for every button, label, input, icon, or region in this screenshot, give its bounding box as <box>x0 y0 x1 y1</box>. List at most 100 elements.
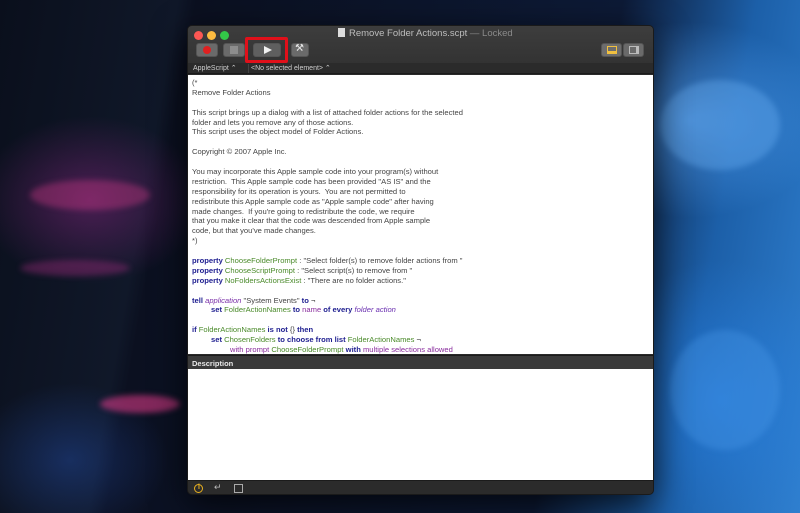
stop-button[interactable] <box>223 43 245 57</box>
keyword: then <box>297 325 314 335</box>
bg-glow <box>30 180 150 210</box>
keyword: property <box>192 256 225 266</box>
comment-line: folder and lets you remove any of those … <box>192 117 354 127</box>
code-line: with prompt ChooseFolderPrompt with mult… <box>192 345 653 354</box>
code-text: ¬ <box>414 335 421 345</box>
keyword: to <box>301 295 309 305</box>
code-text: : "Select script(s) to remove from " <box>294 265 413 275</box>
document-icon <box>338 28 345 37</box>
keyword: with <box>343 345 363 354</box>
keyword: if <box>192 325 199 335</box>
property-name: multiple selections allowed <box>362 345 453 354</box>
code-line: set FolderActionNames to name of every f… <box>192 305 653 315</box>
comment-line: redistribute this Apple sample code as "… <box>192 196 434 206</box>
bg-glow <box>20 260 130 276</box>
locked-status: — Locked <box>469 28 513 39</box>
code-text: : "Select folder(s) to remove folder act… <box>297 256 463 266</box>
code-line: property ChooseScriptPrompt : "Select sc… <box>192 266 653 276</box>
code-text: "System Events" <box>241 295 302 305</box>
navigation-bar: AppleScript ⌃ <No selected element> ⌃ <box>188 63 653 74</box>
bg-glow <box>660 80 780 170</box>
keyword: is not <box>265 325 290 335</box>
keyword: set <box>211 335 225 345</box>
class-name: folder action <box>354 305 396 315</box>
code-line: if FolderActionNames is not {} then <box>192 325 653 335</box>
comment-line <box>192 157 653 167</box>
comment-line: code, but that you've made changes. <box>192 226 316 236</box>
navbar-divider <box>248 64 249 73</box>
comment-line: responsibility for its operation is your… <box>192 186 406 196</box>
bg-glow <box>100 395 180 413</box>
comment-line: *) <box>192 236 198 246</box>
title-bar: Remove Folder Actions.scpt — Locked ⚒ <box>188 26 653 63</box>
variable: FolderActionNames <box>224 305 291 315</box>
comment-block: (* Remove Folder Actions This script bring… <box>192 78 653 256</box>
code-line: property NoFoldersActionsExist : "There … <box>192 276 653 286</box>
variable: NoFoldersActionsExist <box>224 275 302 285</box>
keyword: property <box>192 275 225 285</box>
log-list-icon[interactable] <box>234 484 243 493</box>
comment-line <box>192 98 653 108</box>
script-editor-window: Remove Folder Actions.scpt — Locked ⚒ Ap… <box>187 25 654 495</box>
variable: ChosenFolders <box>224 335 276 345</box>
status-bar: i ↵ <box>188 480 653 494</box>
code-text: : "There are no folder actions." <box>301 275 406 285</box>
minimize-button[interactable] <box>207 31 216 40</box>
keyword: to <box>290 305 303 315</box>
comment-line: You may incorporate this Apple sample co… <box>192 167 439 177</box>
code-line: tell application "System Events" to ¬ <box>192 296 653 306</box>
compile-button[interactable]: ⚒ <box>291 43 309 57</box>
comment-line: This script uses the object model of Fol… <box>192 127 364 137</box>
comment-line: restriction. This Apple sample code has … <box>192 176 431 186</box>
variable: FolderActionNames <box>198 325 266 335</box>
keyword: property <box>192 265 225 275</box>
window-title-text: Remove Folder Actions.scpt <box>349 28 468 39</box>
comment-line: that you make it clear that the code was… <box>192 216 431 226</box>
description-header: Description <box>188 355 653 369</box>
comment-line: Remove Folder Actions <box>192 87 271 97</box>
show-bottom-pane-button[interactable] <box>601 43 622 57</box>
record-icon <box>203 46 211 54</box>
stop-icon <box>230 46 238 54</box>
keyword: tell <box>192 295 206 305</box>
variable: FolderActionNames <box>345 335 415 345</box>
keyword: to <box>275 335 287 345</box>
close-button[interactable] <box>194 31 203 40</box>
keyword: set <box>211 305 225 315</box>
comment-line: made changes. If you're going to redistr… <box>192 206 415 216</box>
element-popup[interactable]: <No selected element> ⌃ <box>251 64 331 72</box>
language-popup[interactable]: AppleScript ⌃ <box>193 64 237 72</box>
comment-line: Copyright © 2007 Apple Inc. <box>192 147 287 157</box>
info-button[interactable]: i <box>194 484 203 493</box>
run-button-highlight <box>245 37 288 63</box>
comment-line: (* <box>192 78 198 87</box>
keyword: choose from list <box>286 335 346 345</box>
variable: ChooseFolderPrompt <box>224 256 298 266</box>
script-editor-text[interactable]: (* Remove Folder Actions This script bring… <box>188 75 653 354</box>
record-button[interactable] <box>196 43 218 57</box>
description-label: Description <box>192 359 234 368</box>
window-title: Remove Folder Actions.scpt — Locked <box>338 28 513 39</box>
comment-line: This script brings up a dialog with a li… <box>192 107 463 117</box>
class-name: application <box>205 295 242 305</box>
side-pane-icon <box>629 46 639 54</box>
code-line: property ChooseFolderPrompt : "Select fo… <box>192 256 653 266</box>
return-icon[interactable]: ↵ <box>214 482 222 493</box>
show-side-pane-button[interactable] <box>623 43 644 57</box>
code-text: ¬ <box>308 295 316 305</box>
info-icon: i <box>198 484 200 491</box>
comment-line <box>192 137 653 147</box>
bottom-pane-icon <box>607 46 617 54</box>
zoom-button[interactable] <box>220 31 229 40</box>
bg-glow <box>670 330 780 450</box>
keyword: of every <box>321 305 355 315</box>
comment-line <box>192 246 653 256</box>
description-text-area[interactable] <box>188 369 653 480</box>
code-line: set ChosenFolders to choose from list Fo… <box>192 335 653 345</box>
variable: ChooseFolderPrompt <box>271 345 344 354</box>
variable: ChooseScriptPrompt <box>224 265 295 275</box>
property-name: with prompt <box>230 345 272 354</box>
property-name: name <box>302 305 322 315</box>
